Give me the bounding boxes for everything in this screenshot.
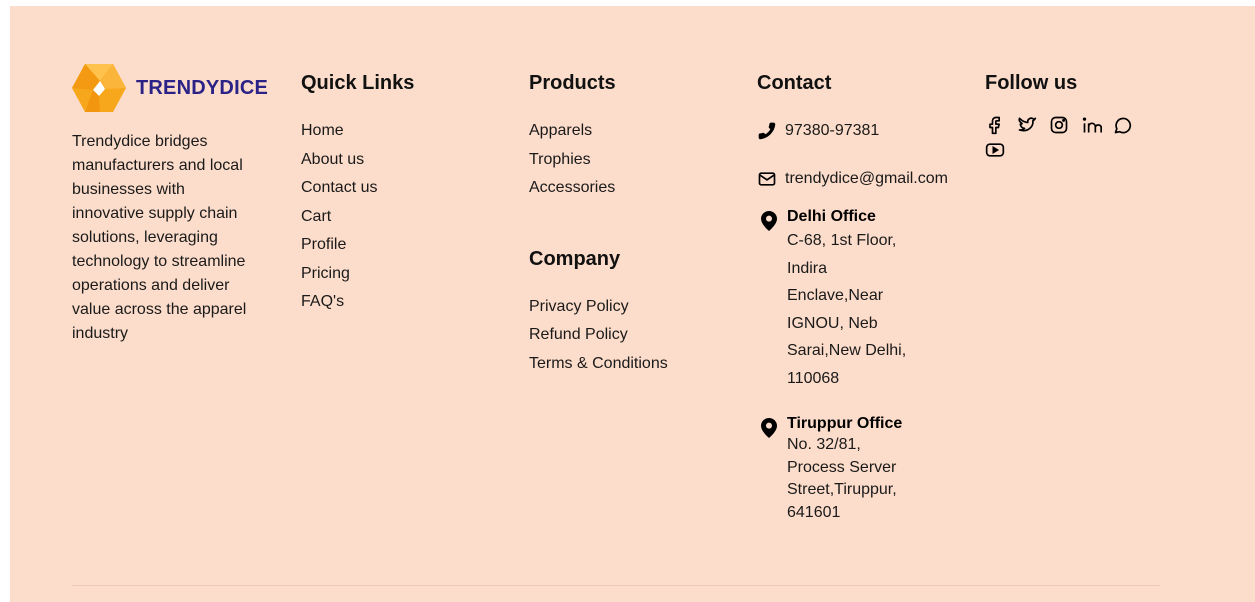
- location-pin-icon: [761, 211, 777, 231]
- social-icons: [985, 115, 1145, 167]
- phone-icon: [758, 122, 776, 140]
- company-link-privacy[interactable]: Privacy Policy: [529, 293, 749, 322]
- products-column: Products Apparels Trophies Accessories C…: [529, 69, 749, 378]
- site-footer: TRENDYDICE Trendydice bridges manufactur…: [10, 6, 1255, 602]
- quick-link-pricing[interactable]: Pricing: [301, 260, 511, 289]
- twitter-icon[interactable]: [1017, 115, 1049, 141]
- company-title: Company: [529, 247, 621, 270]
- contact-column: Contact 97380-97381 trendydice@gmail.com: [757, 69, 987, 524]
- product-link-trophies[interactable]: Trophies: [529, 146, 749, 175]
- instagram-icon[interactable]: [1049, 115, 1081, 141]
- whatsapp-icon[interactable]: [1113, 115, 1145, 141]
- products-title: Products: [529, 72, 616, 94]
- quick-link-faq[interactable]: FAQ's: [301, 288, 511, 317]
- facebook-icon[interactable]: [985, 115, 1017, 141]
- company-link-terms[interactable]: Terms & Conditions: [529, 350, 749, 379]
- quick-link-profile[interactable]: Profile: [301, 231, 511, 260]
- office-delhi: Delhi Office C-68, 1st Floor, Indira Enc…: [757, 207, 987, 392]
- footer-divider: [72, 585, 1160, 586]
- quick-link-cart[interactable]: Cart: [301, 203, 511, 232]
- follow-title: Follow us: [985, 72, 1078, 94]
- quick-link-home[interactable]: Home: [301, 117, 511, 146]
- dice-logo-icon: [72, 64, 126, 112]
- mail-icon: [758, 172, 776, 186]
- quick-link-contact[interactable]: Contact us: [301, 174, 511, 203]
- office-title: Tiruppur Office: [787, 415, 903, 432]
- brand-column: TRENDYDICE Trendydice bridges manufactur…: [72, 63, 272, 346]
- brand-description: Trendydice bridges manufacturers and loc…: [72, 133, 247, 342]
- linkedin-icon[interactable]: [1081, 115, 1113, 141]
- quick-links-column: Quick Links Home About us Contact us Car…: [301, 69, 511, 317]
- contact-title: Contact: [757, 72, 832, 94]
- office-address: No. 32/81, Process Server Street,Tiruppu…: [787, 436, 897, 521]
- phone-number: 97380-97381: [785, 122, 880, 139]
- email-row[interactable]: trendydice@gmail.com: [757, 167, 987, 191]
- brand-name: TRENDYDICE: [136, 76, 269, 99]
- company-list: Privacy Policy Refund Policy Terms & Con…: [529, 293, 749, 379]
- products-list: Apparels Trophies Accessories: [529, 117, 749, 203]
- quick-links-list: Home About us Contact us Cart Profile Pr…: [301, 117, 511, 317]
- company-link-refund[interactable]: Refund Policy: [529, 321, 749, 350]
- youtube-icon[interactable]: [985, 141, 1017, 167]
- email-address: trendydice@gmail.com: [785, 170, 948, 187]
- product-link-apparels[interactable]: Apparels: [529, 117, 749, 146]
- phone-row[interactable]: 97380-97381: [757, 119, 987, 143]
- office-title: Delhi Office: [787, 208, 876, 225]
- office-tiruppur: Tiruppur Office No. 32/81, Process Serve…: [757, 414, 987, 524]
- quick-links-title: Quick Links: [301, 72, 415, 94]
- product-link-accessories[interactable]: Accessories: [529, 174, 749, 203]
- follow-column: Follow us: [985, 69, 1155, 167]
- office-address: C-68, 1st Floor, Indira Enclave,Near IGN…: [787, 232, 907, 387]
- quick-link-about[interactable]: About us: [301, 146, 511, 175]
- logo[interactable]: TRENDYDICE: [72, 63, 272, 113]
- location-pin-icon: [761, 418, 777, 438]
